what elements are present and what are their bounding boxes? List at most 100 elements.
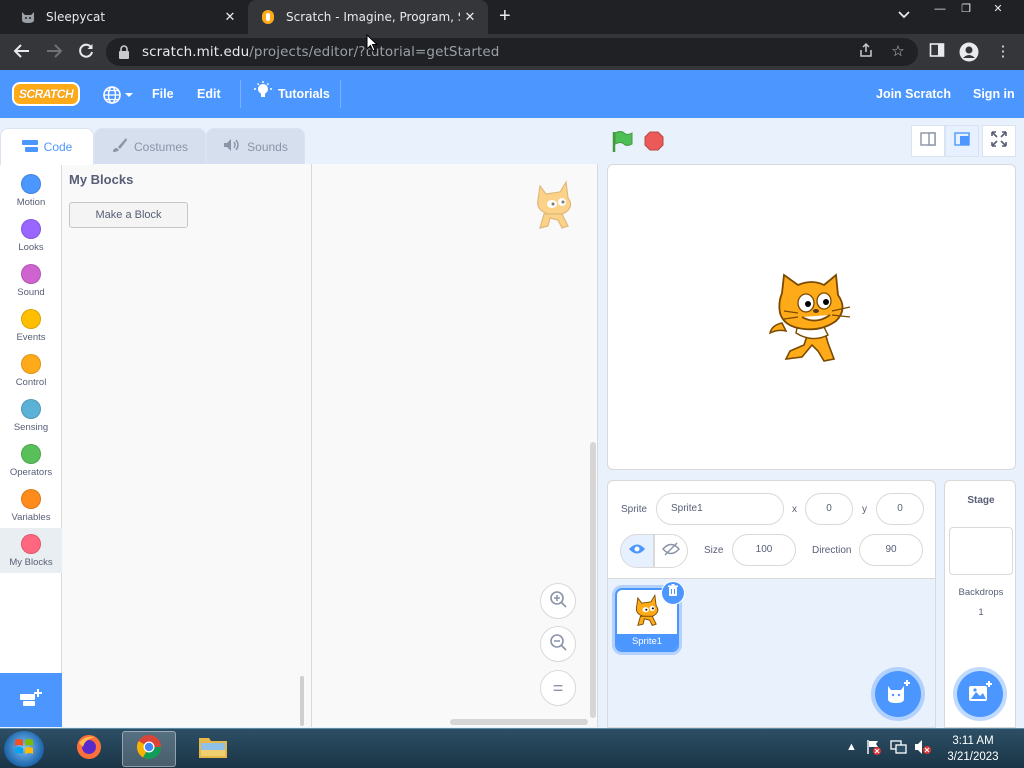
firefox-icon <box>75 733 103 766</box>
sprite-name-field[interactable]: Sprite1 <box>656 493 784 525</box>
y-position-field[interactable]: 0 <box>876 493 924 525</box>
add-extension-button[interactable] <box>0 673 62 727</box>
backdrop-thumbnail[interactable] <box>949 527 1013 575</box>
category-events[interactable]: Events <box>0 303 62 348</box>
tab-costumes[interactable]: Costumes <box>94 128 206 164</box>
paintbrush-icon <box>112 137 128 156</box>
new-tab-icon[interactable]: + <box>499 6 511 26</box>
choose-backdrop-button[interactable] <box>957 671 1003 717</box>
fullscreen-button[interactable] <box>982 125 1016 157</box>
folder-icon <box>198 734 228 765</box>
taskbar-explorer[interactable] <box>186 731 240 767</box>
lightbulb-icon <box>254 71 272 119</box>
stage-canvas[interactable] <box>607 164 1016 470</box>
lock-icon[interactable] <box>118 45 130 59</box>
taskbar-chrome[interactable] <box>122 731 176 767</box>
taskbar-clock[interactable]: 3:11 AM 3/21/2023 <box>938 733 1008 765</box>
x-position-field[interactable]: 0 <box>805 493 853 525</box>
side-panel-icon[interactable] <box>926 42 948 62</box>
join-scratch-link[interactable]: Join Scratch <box>876 70 951 118</box>
workspace-horizontal-scrollbar[interactable] <box>450 719 588 725</box>
taskbar-firefox[interactable] <box>62 731 116 767</box>
show-hidden-icons-icon[interactable]: ▲ <box>846 741 857 753</box>
tab-search-chevron-icon[interactable] <box>898 8 910 22</box>
zoom-in-button[interactable] <box>540 583 576 619</box>
flyout-scrollbar[interactable] <box>300 676 304 726</box>
workspace-vertical-scrollbar[interactable] <box>590 442 596 718</box>
backdrops-count: 1 <box>978 607 984 618</box>
forward-icon[interactable] <box>44 42 64 62</box>
size-field[interactable]: 100 <box>732 534 796 566</box>
zoom-out-button[interactable] <box>540 626 576 662</box>
address-bar[interactable]: scratch.mit.edu/projects/editor/?tutoria… <box>106 38 918 66</box>
category-control[interactable]: Control <box>0 348 62 393</box>
choose-sprite-button[interactable] <box>875 671 921 717</box>
action-center-flag-icon[interactable] <box>866 739 882 758</box>
category-label: Variables <box>11 512 51 523</box>
bookmark-star-icon[interactable]: ☆ <box>888 42 908 60</box>
restore-icon[interactable]: ❐ <box>952 0 980 20</box>
stage-selector-title: Stage <box>967 495 995 506</box>
browser-menu-icon[interactable]: ⋮ <box>992 42 1014 60</box>
network-icon[interactable] <box>890 739 908 758</box>
windows-start-button[interactable] <box>4 731 44 767</box>
reload-icon[interactable] <box>76 42 96 62</box>
browser-tab-scratch[interactable]: Scratch - Imagine, Program, Shar ✕ <box>248 0 488 34</box>
green-flag-icon[interactable] <box>610 130 634 154</box>
share-icon[interactable] <box>856 42 876 62</box>
tab-title: Scratch - Imagine, Program, Shar <box>286 10 460 24</box>
category-label: Control <box>15 377 47 388</box>
category-variables[interactable]: Variables <box>0 483 62 528</box>
tab-code[interactable]: Code <box>0 128 94 165</box>
category-color-dot-icon <box>21 219 41 239</box>
scratch-logo[interactable]: SCRATCH <box>12 82 80 106</box>
sprite-pane: Sprite Sprite1 x 0 y 0 Size 100 Directio… <box>607 480 936 728</box>
block-category-menu: Motion Looks Sound Events Control Sensing Oper… <box>0 164 62 727</box>
large-stage-button[interactable] <box>945 125 979 157</box>
category-motion[interactable]: Motion <box>0 168 62 213</box>
tutorials-button[interactable]: Tutorials <box>254 70 330 118</box>
category-color-dot-icon <box>21 444 41 464</box>
make-a-block-button[interactable]: Make a Block <box>69 202 188 228</box>
back-icon[interactable] <box>12 42 32 62</box>
sign-in-link[interactable]: Sign in <box>973 70 1015 118</box>
script-workspace[interactable]: = <box>312 164 598 727</box>
minimize-icon[interactable]: — <box>926 0 954 20</box>
stop-sign-icon[interactable] <box>644 131 664 151</box>
close-window-icon[interactable]: ✕ <box>984 0 1012 20</box>
menu-divider <box>240 80 241 108</box>
volume-muted-icon[interactable] <box>914 739 932 758</box>
windows-taskbar: ▲ 3:11 AM 3/21/2023 <box>0 728 1024 768</box>
file-menu[interactable]: File <box>152 70 174 118</box>
sprite-cat-icon[interactable] <box>768 273 854 368</box>
tab-sounds[interactable]: Sounds <box>206 128 305 164</box>
close-tab-icon[interactable]: ✕ <box>460 10 480 25</box>
mouse-cursor-icon <box>366 33 379 57</box>
clock-date: 3/21/2023 <box>947 751 999 763</box>
stage-selector[interactable]: Stage Backdrops 1 <box>944 480 1016 728</box>
tutorials-label: Tutorials <box>278 87 330 101</box>
close-tab-icon[interactable]: ✕ <box>220 10 240 25</box>
category-looks[interactable]: Looks <box>0 213 62 258</box>
category-operators[interactable]: Operators <box>0 438 62 483</box>
small-stage-button[interactable] <box>911 125 945 157</box>
direction-field[interactable]: 90 <box>859 534 923 566</box>
zoom-reset-button[interactable]: = <box>540 670 576 706</box>
category-my-blocks[interactable]: My Blocks <box>0 528 62 573</box>
delete-sprite-button[interactable] <box>661 581 685 605</box>
url-text[interactable]: scratch.mit.edu/projects/editor/?tutoria… <box>142 44 499 60</box>
edit-menu[interactable]: Edit <box>197 70 221 118</box>
category-sensing[interactable]: Sensing <box>0 393 62 438</box>
show-sprite-button[interactable] <box>620 534 654 568</box>
language-globe-icon[interactable] <box>102 70 136 118</box>
category-sound[interactable]: Sound <box>0 258 62 303</box>
category-color-dot-icon <box>21 309 41 329</box>
browser-toolbar: scratch.mit.edu/projects/editor/?tutoria… <box>0 34 1024 70</box>
category-label: Motion <box>16 197 46 208</box>
menu-divider <box>340 80 341 108</box>
profile-avatar-icon[interactable] <box>958 42 980 66</box>
hide-sprite-button[interactable] <box>654 534 688 568</box>
category-color-dot-icon <box>21 264 41 284</box>
browser-tab-sleepycat[interactable]: Sleepycat ✕ <box>8 0 248 34</box>
tab-code-label: Code <box>43 140 73 154</box>
